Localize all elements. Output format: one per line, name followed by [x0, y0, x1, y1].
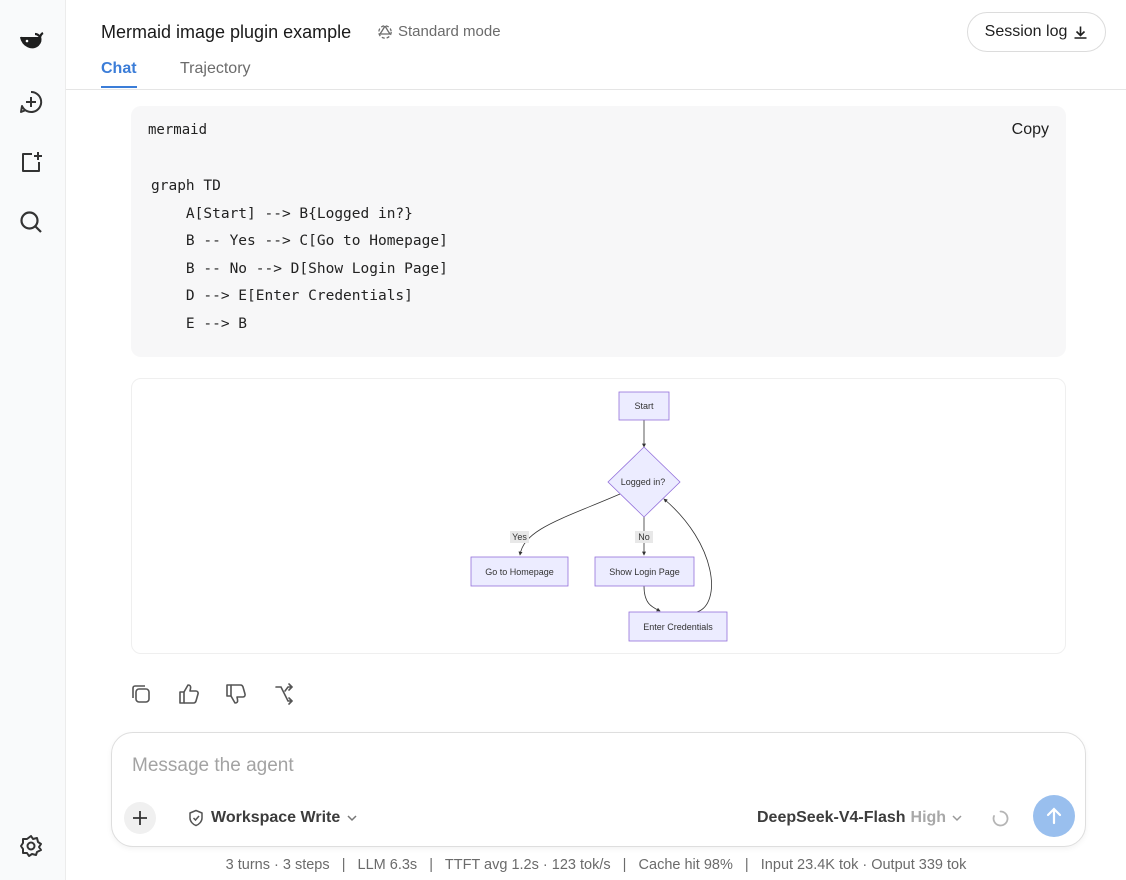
mode-indicator: Standard mode: [377, 23, 501, 40]
code-language: mermaid: [148, 122, 208, 138]
mode-label: Standard mode: [398, 23, 501, 40]
edge-login-credentials: [643, 585, 661, 612]
permission-selector[interactable]: Workspace Write: [187, 809, 358, 827]
copy-code-button[interactable]: Copy: [1012, 121, 1049, 139]
tab-trajectory[interactable]: Trajectory: [180, 60, 251, 86]
session-log-button[interactable]: Session log: [967, 12, 1106, 52]
chevron-down-icon: [347, 815, 357, 822]
model-name: DeepSeek-V4-Flash: [757, 809, 906, 826]
plus-icon: [133, 811, 147, 825]
shield-edit-icon: [189, 809, 203, 827]
send-button[interactable]: [1033, 795, 1075, 837]
edge-label-no: No: [638, 532, 650, 542]
loading-spinner-icon: [992, 810, 1009, 827]
code-line: E --> B: [151, 316, 248, 332]
gear-icon[interactable]: [14, 829, 48, 863]
edge-label-yes: Yes: [512, 532, 527, 542]
composer: Workspace Write DeepSeek-V4-Flash High: [111, 732, 1086, 847]
header: Mermaid image plugin example Standard mo…: [66, 0, 1126, 90]
arrow-up-icon: [1046, 807, 1062, 825]
node-login-label: Show Login Page: [609, 567, 680, 577]
search-icon[interactable]: [14, 205, 48, 239]
code-line: B -- No --> D[Show Login Page]: [151, 261, 448, 277]
copy-icon[interactable]: [129, 682, 153, 706]
permission-label: Workspace Write: [211, 809, 341, 826]
model-selector[interactable]: DeepSeek-V4-Flash High: [757, 809, 963, 827]
thumbs-down-icon[interactable]: [224, 682, 248, 706]
session-log-label: Session log: [984, 23, 1068, 40]
node-start-label: Start: [634, 401, 654, 411]
attach-button[interactable]: [124, 802, 156, 834]
code-line: B -- Yes --> C[Go to Homepage]: [151, 233, 448, 249]
node-credentials-label: Enter Credentials: [643, 622, 713, 632]
code-block: mermaid Copy graph TD A[Start] --> B{Log…: [131, 106, 1066, 357]
plus-circle-icon[interactable]: [14, 85, 48, 119]
sidebar: [0, 0, 66, 880]
tab-chat[interactable]: Chat: [101, 60, 137, 88]
edge-yes: [518, 493, 621, 556]
node-decision-label: Logged in?: [621, 477, 666, 487]
chevron-down-icon: [952, 815, 962, 822]
flowchart: Yes No Start Logged in? Go to Homepage S…: [470, 391, 728, 642]
recycle-icon: [378, 24, 392, 39]
reasoning-level: High: [910, 809, 947, 826]
edge-credentials-decision: [663, 498, 712, 613]
status-bar: 3 turns · 3 steps | LLM 6.3s | TTFT avg …: [225, 857, 967, 873]
message-input[interactable]: [132, 753, 932, 779]
code-line: graph TD: [151, 178, 221, 194]
mermaid-diagram: Yes No Start Logged in? Go to Homepage S…: [131, 378, 1066, 654]
branch-icon[interactable]: [272, 682, 296, 706]
node-homepage-label: Go to Homepage: [485, 567, 554, 577]
thumbs-up-icon[interactable]: [177, 682, 201, 706]
code-line: A[Start] --> B{Logged in?}: [151, 206, 413, 222]
whale-logo-icon[interactable]: [14, 24, 48, 58]
download-icon: [1074, 26, 1087, 39]
code-line: D --> E[Enter Credentials]: [151, 288, 413, 304]
page-title: Mermaid image plugin example: [101, 22, 352, 42]
add-window-icon[interactable]: [14, 145, 48, 179]
